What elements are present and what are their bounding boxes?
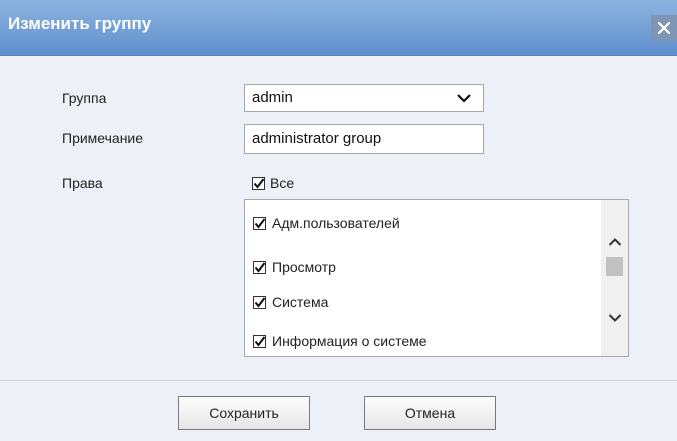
group-select-value: admin [252,89,293,106]
list-scrollbar[interactable] [601,200,628,356]
permission-label: Система [272,294,329,310]
permission-checkbox[interactable] [253,261,266,274]
checkmark-icon [253,178,265,189]
permission-checkbox[interactable] [253,335,266,348]
dialog-title: Изменить группу [8,14,152,33]
note-input[interactable]: administrator group [244,124,484,154]
chevron-down-icon[interactable] [608,313,622,323]
all-rights-checkbox[interactable] [252,177,265,190]
save-button[interactable]: Сохранить [178,396,310,430]
permission-label: Информация о системе [272,333,427,349]
note-label: Примечание [62,130,144,146]
rights-label: Права [62,175,103,191]
note-input-value: administrator group [252,130,382,147]
cancel-button[interactable]: Отмена [364,396,496,430]
close-icon [658,22,670,34]
close-button[interactable] [651,15,677,41]
chevron-down-icon [457,94,471,103]
all-rights-label: Все [270,175,295,191]
dialog-titlebar: Изменить группу [0,0,677,56]
chevron-up-icon[interactable] [608,237,622,247]
checkmark-icon [254,297,266,308]
permission-label: Просмотр [272,259,336,275]
permissions-list[interactable]: Адм.пользователей Просмотр Система Инфор… [244,199,629,357]
group-select[interactable]: admin [244,84,484,112]
group-label: Группа [62,90,107,106]
permission-label: Адм.пользователей [272,215,400,231]
permission-checkbox[interactable] [253,296,266,309]
permission-checkbox[interactable] [253,217,266,230]
checkmark-icon [254,218,266,229]
edit-group-dialog: Изменить группу Группа admin Примечание … [0,0,677,441]
checkmark-icon [254,262,266,273]
footer-divider [0,380,677,381]
checkmark-icon [254,336,266,347]
scrollbar-thumb[interactable] [606,257,623,276]
